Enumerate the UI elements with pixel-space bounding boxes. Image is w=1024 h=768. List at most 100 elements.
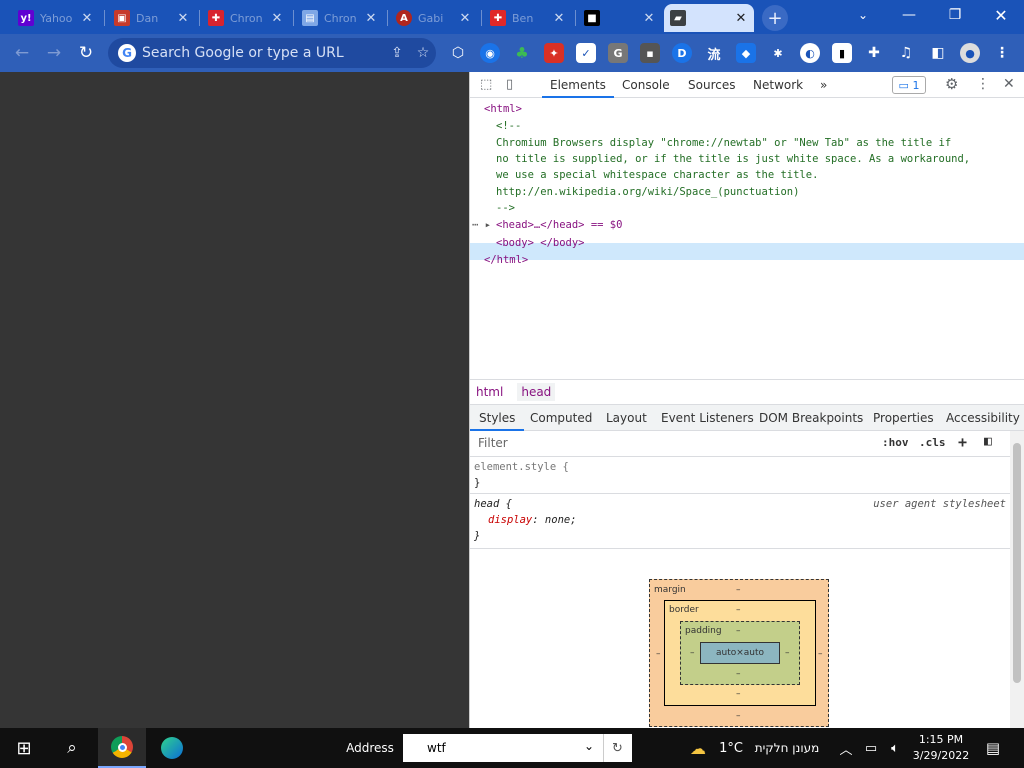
filter-input[interactable]: Filter — [478, 436, 508, 450]
bookmark-star-icon[interactable]: ☆ — [410, 45, 436, 61]
page-viewport[interactable] — [0, 72, 469, 728]
omnibox-placeholder[interactable]: Search Google or type a URL — [142, 45, 384, 61]
margin-bottom-value[interactable]: – — [736, 711, 741, 721]
search-icon[interactable]: ⌕ — [48, 728, 96, 768]
reload-button[interactable]: ↻ — [73, 40, 99, 66]
subtab-event-listeners[interactable]: Event Listeners — [661, 405, 754, 431]
margin-right-value[interactable]: – — [818, 649, 823, 659]
close-window-button[interactable]: ✕ — [978, 0, 1024, 30]
checkbox-extension-icon[interactable]: ✓ — [576, 43, 596, 63]
restore-button[interactable]: ❐ — [932, 0, 978, 30]
browser-tab[interactable]: ■ ✕ — [578, 4, 662, 32]
clock[interactable]: 1:15 PM 3/29/2022 — [910, 728, 972, 768]
close-tab-icon[interactable]: ✕ — [734, 11, 748, 26]
hov-toggle[interactable]: :hov — [882, 436, 909, 449]
extension-icon[interactable]: ◆ — [736, 43, 756, 63]
dom-tree[interactable]: <html> <!-- Chromium Browsers display "c… — [470, 99, 1024, 379]
extension-icon[interactable]: ◐ — [800, 43, 820, 63]
share-icon[interactable]: ⇪ — [384, 45, 410, 61]
more-tabs-icon[interactable]: » — [812, 72, 835, 98]
box-model-border[interactable]: border – – padding – – – – auto×auto — [664, 600, 816, 706]
toggle-sidebar-icon[interactable]: ◧ — [984, 434, 992, 449]
element-style-rule[interactable]: element.style { } — [470, 457, 1010, 494]
subtab-properties[interactable]: Properties — [873, 405, 934, 431]
back-button[interactable]: ← — [9, 40, 35, 66]
browser-tab[interactable]: ✚ Ben ✕ — [484, 4, 572, 32]
omnibox[interactable]: G Search Google or type a URL ⇪ ☆ — [108, 38, 436, 68]
address-toolbar-input[interactable]: wtf ⌄ ↻ — [403, 734, 632, 762]
border-top-value[interactable]: – — [736, 605, 741, 615]
edge-taskbar-icon[interactable] — [148, 728, 196, 768]
tab-network[interactable]: Network — [745, 72, 811, 98]
subtab-layout[interactable]: Layout — [606, 405, 647, 431]
dom-line-body[interactable]: <body> </body> — [496, 235, 585, 251]
refresh-icon[interactable]: ↻ — [603, 734, 631, 762]
side-panel-icon[interactable]: ◧ — [928, 43, 948, 63]
show-hidden-icons-icon[interactable]: ︿ — [836, 728, 856, 768]
dom-line-head[interactable]: <head>…</head> == $0 — [496, 217, 622, 233]
extensions-puzzle-icon[interactable]: ✚ — [864, 43, 884, 63]
border-bottom-value[interactable]: – — [736, 689, 741, 699]
issues-badge[interactable]: ▭ 1 — [892, 76, 926, 94]
devtools-menu-icon[interactable]: ⋮ — [976, 76, 990, 92]
extension-icon[interactable]: 流 — [704, 43, 724, 63]
box-model-content[interactable]: auto×auto — [700, 642, 780, 664]
close-tab-icon[interactable]: ✕ — [80, 11, 94, 26]
menu-kebab-icon[interactable]: ⋮ — [992, 43, 1012, 63]
margin-left-value[interactable]: – — [656, 649, 661, 659]
windows-start-icon[interactable]: ⊞ — [0, 728, 48, 768]
dom-line[interactable]: <html> — [484, 101, 522, 117]
cls-toggle[interactable]: .cls — [919, 436, 946, 449]
browser-tab[interactable]: ✚ Chron ✕ — [202, 4, 290, 32]
close-tab-icon[interactable]: ✕ — [176, 11, 190, 26]
breadcrumb-html[interactable]: html — [476, 385, 503, 399]
extension-icon[interactable]: G — [608, 43, 628, 63]
forward-button[interactable]: → — [41, 40, 67, 66]
notifications-icon[interactable]: ▤ — [978, 728, 1008, 768]
margin-top-value[interactable]: – — [736, 585, 741, 595]
browser-tab[interactable]: ▤ Chron ✕ — [296, 4, 384, 32]
chevron-down-icon[interactable]: ⌄ — [584, 739, 594, 753]
settings-gear-icon[interactable]: ⚙ — [945, 75, 958, 93]
ua-head-rule[interactable]: head { user agent stylesheet display: no… — [470, 494, 1010, 549]
styles-scrollbar[interactable] — [1010, 431, 1024, 728]
browser-tab[interactable]: ▣ Dan ✕ — [108, 4, 196, 32]
extension-icon[interactable]: ✦ — [544, 43, 564, 63]
close-tab-icon[interactable]: ✕ — [364, 11, 378, 26]
subtab-styles[interactable]: Styles — [470, 405, 525, 431]
node-actions-icon[interactable]: ⋯ ▸ — [472, 217, 491, 233]
subtab-accessibility[interactable]: Accessibility — [946, 405, 1020, 431]
extension-icon[interactable]: D — [672, 43, 692, 63]
inspect-element-icon[interactable]: ⬚ — [480, 77, 492, 92]
new-tab-button[interactable]: + — [762, 5, 788, 31]
dom-comment[interactable]: <!-- — [496, 118, 521, 134]
weather-description[interactable]: מעונן חלקית — [748, 728, 826, 768]
tree-extension-icon[interactable]: ♣ — [512, 43, 532, 63]
breadcrumb-head[interactable]: head — [517, 383, 556, 401]
weather-icon[interactable]: ☁ — [686, 728, 710, 768]
padding-top-value[interactable]: – — [736, 626, 741, 636]
dom-line[interactable]: </html> — [484, 252, 528, 268]
bug-extension-icon[interactable]: ✱ — [768, 43, 788, 63]
media-control-icon[interactable]: ♫ — [896, 43, 916, 63]
tab-elements[interactable]: Elements — [542, 72, 614, 98]
box-model-margin[interactable]: margin – – – – border – – padding – – – … — [649, 579, 829, 727]
padding-left-value[interactable]: – — [690, 648, 695, 658]
extension-icon[interactable]: ▪ — [640, 43, 660, 63]
extension-icon[interactable]: ◉ — [480, 43, 500, 63]
profile-avatar-icon[interactable]: ● — [960, 43, 980, 63]
volume-icon[interactable]: 🔈︎ — [884, 728, 906, 768]
close-tab-icon[interactable]: ✕ — [270, 11, 284, 26]
browser-tab-active[interactable]: ▰ ✕ — [664, 4, 754, 32]
minimize-button[interactable]: — — [886, 0, 932, 30]
tab-sources[interactable]: Sources — [680, 72, 743, 98]
weather-temp[interactable]: 1°C — [716, 728, 746, 768]
extension-icon[interactable]: ⬡ — [448, 43, 468, 63]
scrollbar-thumb[interactable] — [1013, 443, 1021, 683]
close-tab-icon[interactable]: ✕ — [552, 11, 566, 26]
padding-bottom-value[interactable]: – — [736, 669, 741, 679]
close-devtools-icon[interactable]: ✕ — [1003, 76, 1015, 92]
subtab-dom-breakpoints[interactable]: DOM Breakpoints — [759, 405, 863, 431]
box-model-padding[interactable]: padding – – – – auto×auto — [680, 621, 800, 685]
network-icon[interactable]: ▭ — [860, 728, 882, 768]
